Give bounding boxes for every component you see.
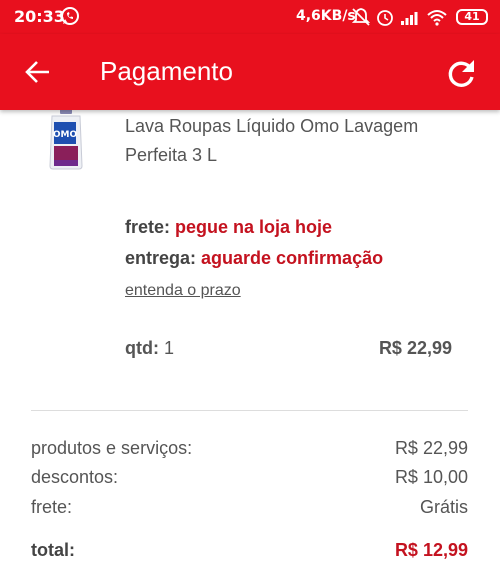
summary-total-row: total: R$ 12,99 bbox=[31, 540, 468, 561]
page-title: Pagamento bbox=[100, 56, 233, 86]
signal-icon bbox=[401, 12, 418, 25]
summary-products-label: produtos e serviços: bbox=[31, 438, 193, 458]
status-bar: 20:33 4,6KB/s 41 bbox=[0, 0, 500, 34]
quantity-value: 1 bbox=[164, 338, 175, 358]
delivery-time-link[interactable]: entenda o prazo bbox=[125, 282, 241, 300]
alarm-icon bbox=[377, 10, 393, 26]
status-time: 20:33 bbox=[14, 7, 65, 26]
shipping-label: frete: bbox=[125, 217, 171, 237]
whatsapp-icon bbox=[61, 7, 79, 25]
summary-shipping-row: frete: Grátis bbox=[31, 497, 468, 518]
summary-discounts-label: descontos: bbox=[31, 467, 119, 487]
summary-products-row: produtos e serviços: R$ 22,99 bbox=[31, 438, 468, 459]
summary-total-label: total: bbox=[31, 540, 75, 560]
network-speed: 4,6KB/s bbox=[296, 8, 356, 24]
summary-shipping-label: frete: bbox=[31, 497, 73, 517]
item-price: R$ 22,99 bbox=[378, 338, 452, 358]
shipping-value: pegue na loja hoje bbox=[175, 217, 333, 237]
summary-discounts-row: descontos: R$ 10,00 bbox=[31, 467, 468, 488]
summary-products-value: R$ 22,99 bbox=[394, 438, 468, 458]
quantity-label: qtd: bbox=[125, 338, 159, 358]
delivery-label: entrega: bbox=[125, 248, 197, 268]
quantity-row: qtd: 1 bbox=[125, 338, 174, 359]
divider bbox=[31, 410, 468, 411]
product-image: OMO bbox=[49, 108, 83, 170]
refresh-icon[interactable] bbox=[444, 56, 478, 90]
shipping-row: frete: pegue na loja hoje bbox=[125, 217, 332, 238]
delivery-row: entrega: aguarde confirmação bbox=[125, 248, 383, 269]
mute-bell-icon bbox=[352, 8, 370, 26]
summary-discounts-value: R$ 10,00 bbox=[394, 467, 468, 487]
summary-total-value: R$ 12,99 bbox=[394, 540, 468, 560]
back-arrow-icon[interactable] bbox=[24, 58, 52, 86]
svg-text:OMO: OMO bbox=[53, 130, 78, 140]
wifi-icon bbox=[427, 10, 447, 26]
summary-shipping-value: Grátis bbox=[419, 497, 468, 517]
delivery-value: aguarde confirmação bbox=[201, 248, 384, 268]
battery-icon: 41 bbox=[456, 9, 488, 25]
product-name: Lava Roupas Líquido Omo Lavagem Perfeita… bbox=[125, 116, 419, 165]
app-bar: Pagamento bbox=[0, 34, 500, 110]
